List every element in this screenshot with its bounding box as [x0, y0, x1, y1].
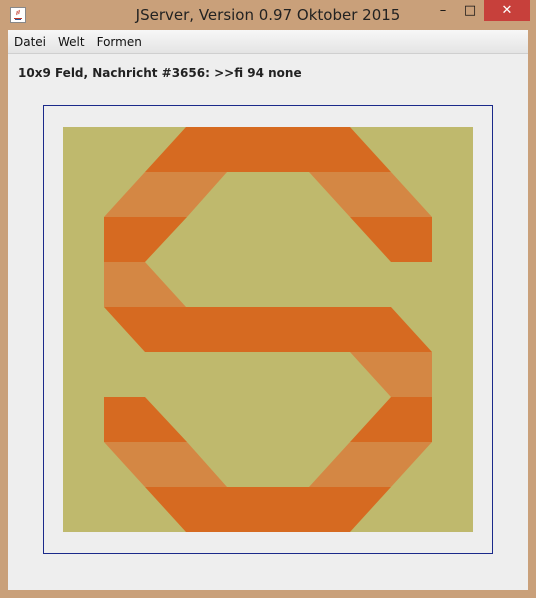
menu-formen[interactable]: Formen	[91, 35, 148, 49]
application-window: JServer, Version 0.97 Oktober 2015 – □ ✕…	[0, 0, 536, 598]
title-bar[interactable]: JServer, Version 0.97 Oktober 2015 – □ ✕	[0, 0, 536, 30]
status-message: 10x9 Feld, Nachricht #3656: >>fi 94 none	[18, 66, 302, 80]
close-button[interactable]: ✕	[484, 0, 530, 21]
bottom-bar	[145, 487, 391, 532]
minimize-button[interactable]: –	[430, 0, 456, 21]
menu-welt[interactable]: Welt	[52, 35, 91, 49]
menu-datei[interactable]: Datei	[8, 35, 52, 49]
top-bar	[145, 127, 391, 172]
maximize-button[interactable]: □	[456, 0, 484, 21]
game-board[interactable]	[63, 127, 473, 532]
menu-bar: Datei Welt Formen	[8, 30, 528, 54]
middle-bar	[104, 307, 432, 352]
client-area: Datei Welt Formen 10x9 Feld, Nachricht #…	[8, 30, 528, 590]
